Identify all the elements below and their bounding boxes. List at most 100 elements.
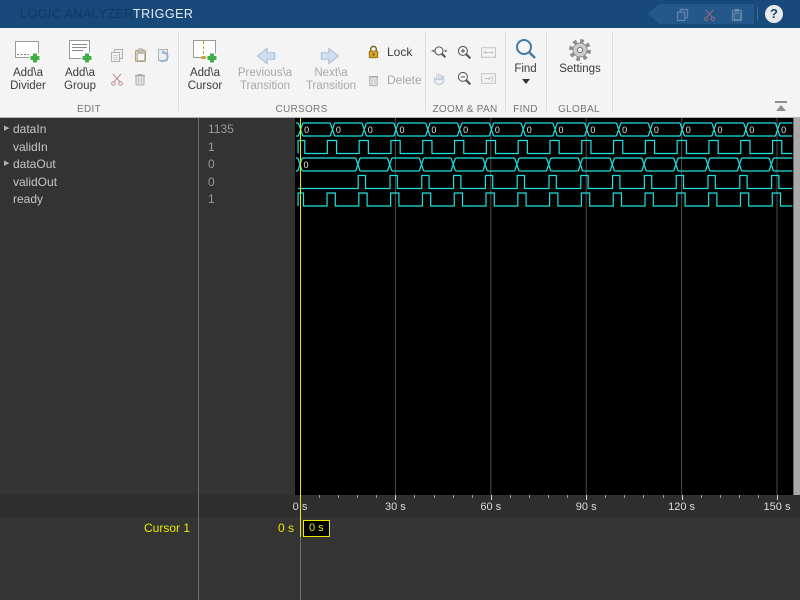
signal-name: dataIn	[13, 122, 47, 136]
signal-name: validOut	[13, 174, 58, 189]
copy-icon[interactable]	[675, 7, 690, 22]
svg-text:0: 0	[590, 125, 595, 135]
signal-row-validOut[interactable]: validOut	[0, 173, 198, 191]
next-transition-button[interactable]: Next\a Transition	[300, 33, 362, 93]
svg-text:0: 0	[559, 125, 564, 135]
signal-row-dataOut[interactable]: ▶ dataOut	[0, 155, 198, 173]
expand-icon[interactable]: ▶	[4, 155, 9, 173]
signal-row-ready[interactable]: ready	[0, 190, 198, 208]
paste-icon[interactable]	[131, 46, 148, 63]
cursor-line[interactable]	[300, 118, 301, 537]
name-value-divider[interactable]	[198, 118, 199, 600]
copy-icon[interactable]	[108, 46, 125, 63]
svg-text:0: 0	[304, 125, 309, 135]
axis-tick-minor	[701, 495, 702, 498]
previous-transition-button[interactable]: Previous\a Transition	[233, 33, 297, 93]
signal-row-dataIn[interactable]: ▶ dataIn	[0, 120, 198, 138]
axis-tick-label: 120 s	[668, 501, 696, 513]
section-label-edit: EDIT	[77, 104, 101, 115]
axis-tick-label: 30 s	[384, 501, 406, 513]
signal-name: ready	[13, 192, 44, 206]
axis-tick-major	[490, 495, 492, 500]
waveform-canvas: 0 0 0 0 0 0 0 0 0 0 0 0 0 0 0 0 0	[295, 118, 793, 495]
axis-tick-minor	[453, 495, 454, 498]
ribbon-toolbar: Add\a Divider Add\a Group EDIT Add\a Cur…	[0, 28, 800, 118]
section-label-zoom-pan: ZOOM & PAN	[432, 104, 498, 115]
section-label-cursors: CURSORS	[275, 104, 328, 115]
cursor-value-box: 0 s	[303, 520, 330, 537]
axis-tick-major	[681, 495, 683, 500]
paste-special-icon[interactable]	[154, 46, 171, 63]
pan-to-edge-icon[interactable]	[480, 70, 497, 87]
svg-text:0: 0	[718, 125, 723, 135]
axis-tick-minor	[567, 495, 568, 498]
axis-tick-minor	[338, 495, 339, 498]
quick-access-banner	[648, 4, 754, 24]
axis-tick-minor	[720, 495, 721, 498]
axis-tick-label: 60 s	[480, 501, 502, 513]
zoom-in-icon[interactable]	[456, 44, 473, 61]
waveform-plot[interactable]: 0 0 0 0 0 0 0 0 0 0 0 0 0 0 0 0 0	[295, 118, 793, 495]
fit-to-view-icon[interactable]	[480, 44, 497, 61]
vertical-scrollbar[interactable]	[793, 118, 800, 495]
chevron-down-icon	[521, 79, 530, 84]
axis-tick-minor	[319, 495, 320, 498]
cut-icon[interactable]	[108, 70, 125, 87]
gear-icon	[549, 35, 611, 63]
expand-icon[interactable]: ▶	[4, 120, 9, 138]
svg-text:0: 0	[304, 160, 309, 170]
delete-cursor-button[interactable]: Delete	[366, 72, 422, 88]
axis-tick-minor	[434, 495, 435, 498]
cursor-column-divider	[300, 537, 301, 600]
axis-tick-minor	[472, 495, 473, 498]
add-cursor-icon	[181, 33, 229, 67]
add-divider-button[interactable]: Add\a Divider	[3, 33, 53, 93]
pan-icon[interactable]	[431, 70, 448, 87]
add-group-button[interactable]: Add\a Group	[55, 33, 105, 93]
zoom-out-icon[interactable]	[456, 70, 473, 87]
settings-button[interactable]: Settings	[549, 35, 611, 76]
axis-tick-minor	[605, 495, 606, 498]
cursor-label: Cursor 1	[143, 521, 190, 535]
svg-text:0: 0	[686, 125, 691, 135]
axis-tick-minor	[529, 495, 530, 498]
svg-text:0: 0	[527, 125, 532, 135]
section-separator	[546, 31, 547, 111]
lock-icon	[366, 44, 381, 60]
help-button[interactable]: ?	[765, 5, 783, 23]
lock-button[interactable]: Lock	[366, 44, 412, 60]
add-group-icon	[55, 33, 105, 67]
signal-values: 1135 1 0 0 1	[199, 118, 295, 495]
axis-tick-minor	[643, 495, 644, 498]
svg-text:0: 0	[495, 125, 500, 135]
signal-row-validIn[interactable]: validIn	[0, 138, 198, 156]
add-cursor-button[interactable]: Add\a Cursor	[181, 33, 229, 93]
axis-tick-minor	[624, 495, 625, 498]
zoom-in-x-icon[interactable]	[431, 44, 448, 61]
paste-icon[interactable]	[729, 7, 744, 22]
signal-value: 1135	[208, 122, 234, 136]
svg-text:0: 0	[622, 125, 627, 135]
time-axis: 0 s 30 s 60 s 90 s 120 s 150 s	[0, 495, 800, 517]
axis-tick-minor	[739, 495, 740, 498]
axis-tick-major	[586, 495, 588, 500]
tab-logic-analyzer[interactable]: LOGIC ANALYZER	[20, 0, 134, 28]
section-label-find: FIND	[513, 104, 538, 115]
svg-text:0: 0	[749, 125, 754, 135]
svg-text:0: 0	[781, 125, 786, 135]
trash-icon	[366, 72, 381, 88]
axis-tick-major	[395, 495, 397, 500]
axis-tick-label: 150 s	[763, 501, 791, 513]
cursor-panel: Cursor 1 0 s 0 s	[0, 517, 800, 600]
delete-icon[interactable]	[131, 70, 148, 87]
tab-trigger[interactable]: TRIGGER	[133, 0, 193, 28]
find-button[interactable]: Find	[506, 35, 545, 84]
titlebar: LOGIC ANALYZER TRIGGER ?	[0, 0, 800, 28]
add-divider-icon	[3, 33, 53, 67]
cut-icon[interactable]	[702, 7, 717, 22]
section-separator	[612, 31, 613, 111]
signal-value: 0	[208, 174, 215, 189]
section-label-global: GLOBAL	[558, 104, 600, 115]
collapse-ribbon-button[interactable]	[772, 100, 792, 114]
find-icon	[506, 35, 545, 63]
